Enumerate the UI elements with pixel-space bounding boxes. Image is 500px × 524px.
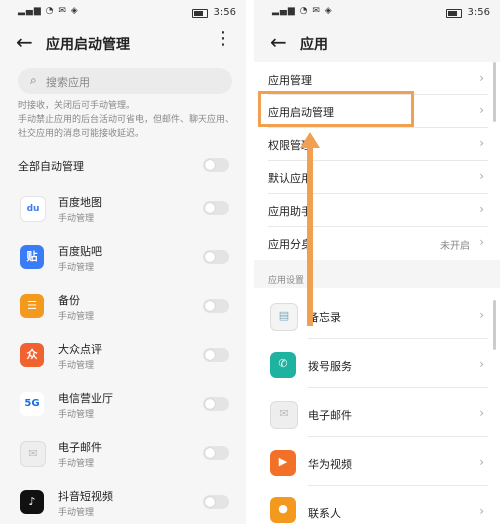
back-arrow-icon[interactable]: ← — [16, 30, 33, 54]
app-name: 大众点评 — [58, 343, 102, 356]
divider — [268, 193, 488, 194]
email-icon: ✉ — [270, 401, 298, 429]
chevron-right-icon: › — [479, 455, 484, 469]
description-text: 时接收，关闭后可手动管理。 手动禁止应用的后台活动可省电，但邮件、聊天应用、社交… — [18, 101, 235, 139]
chevron-right-icon: › — [479, 103, 484, 117]
app-name: 抖音短视频 — [58, 490, 113, 503]
highlight-box — [258, 91, 414, 127]
dianping-icon: 众 — [20, 343, 44, 367]
signal-icon: ▂▄▆ ◔ ✉ ◈ — [18, 6, 79, 16]
chevron-right-icon: › — [479, 71, 484, 85]
contacts-icon: ● — [270, 497, 296, 523]
app-name: 百度贴吧 — [58, 245, 102, 258]
battery-icon — [446, 9, 462, 18]
all-auto-label: 全部自动管理 — [18, 160, 84, 173]
chevron-right-icon: › — [479, 308, 484, 322]
chevron-right-icon: › — [479, 406, 484, 420]
app-mode: 手动管理 — [58, 263, 95, 273]
chevron-right-icon: › — [479, 235, 484, 249]
app-name: 联系人 — [308, 507, 341, 520]
app-name: 电信营业厅 — [58, 392, 113, 405]
app-bar: ← 应用启动管理 ⋮ — [0, 26, 246, 64]
phone-icon: ✆ — [270, 352, 296, 378]
video-icon: ▶ — [270, 450, 296, 476]
divider — [268, 226, 488, 227]
chevron-right-icon: › — [479, 169, 484, 183]
scrollbar[interactable] — [493, 62, 496, 122]
row-label: 应用管理 — [268, 74, 312, 87]
app-name: 拨号服务 — [308, 360, 352, 373]
app-name: 华为视频 — [308, 458, 352, 471]
backup-icon: ☰ — [20, 294, 44, 318]
app-mode: 手动管理 — [58, 508, 95, 518]
tieba-icon: 贴 — [20, 245, 44, 269]
baidu-map-icon: du — [20, 196, 46, 222]
screen-divider — [246, 0, 254, 524]
app-toggle[interactable] — [203, 348, 229, 362]
arrow-shaft — [307, 146, 313, 326]
search-icon: ⌕ — [30, 73, 37, 87]
status-time: 3:56 — [467, 7, 490, 18]
telecom-icon: 5G — [20, 392, 44, 416]
app-name: 备份 — [58, 294, 80, 307]
page-title: 应用启动管理 — [46, 37, 130, 53]
status-bar: ▂▄▆ ◔ ✉ ◈ 3:56 — [254, 0, 500, 26]
right-screen: ▂▄▆ ◔ ✉ ◈ 3:56 ← 应用 应用管理 › 应用启动管理 › 权限管理… — [254, 0, 500, 524]
app-toggle[interactable] — [203, 201, 229, 215]
status-bar: ▂▄▆ ◔ ✉ ◈ 3:56 — [0, 0, 246, 26]
row-label: 默认应用 — [268, 172, 312, 185]
app-mode: 手动管理 — [58, 312, 95, 322]
row-value: 未开启 — [440, 241, 470, 252]
divider — [308, 436, 488, 437]
app-mode: 手动管理 — [58, 361, 95, 371]
app-toggle[interactable] — [203, 495, 229, 509]
app-name: 电子邮件 — [58, 441, 102, 454]
battery-icon — [192, 9, 208, 18]
status-time: 3:56 — [213, 7, 236, 18]
left-screen: ▂▄▆ ◔ ✉ ◈ 3:56 ← 应用启动管理 ⋮ ⌕ 搜索应用 时接收，关闭后… — [0, 0, 246, 524]
chevron-right-icon: › — [479, 136, 484, 150]
app-toggle[interactable] — [203, 397, 229, 411]
all-auto-toggle[interactable] — [203, 158, 229, 172]
app-mode: 手动管理 — [58, 214, 95, 224]
section-header: 应用设置 — [268, 276, 305, 286]
app-toggle[interactable] — [203, 299, 229, 313]
app-name: 百度地图 — [58, 196, 102, 209]
app-bar: ← 应用 — [254, 26, 500, 64]
douyin-icon: ♪ — [20, 490, 44, 514]
chevron-right-icon: › — [479, 202, 484, 216]
divider — [308, 338, 488, 339]
scrollbar[interactable] — [493, 300, 496, 350]
page-title: 应用 — [300, 37, 328, 53]
divider — [308, 387, 488, 388]
back-arrow-icon[interactable]: ← — [270, 30, 287, 54]
search-placeholder: 搜索应用 — [46, 76, 90, 89]
chevron-right-icon: › — [479, 357, 484, 371]
more-options-icon[interactable]: ⋮ — [214, 30, 232, 48]
app-toggle[interactable] — [203, 250, 229, 264]
divider — [268, 160, 488, 161]
divider — [268, 127, 488, 128]
signal-icon: ▂▄▆ ◔ ✉ ◈ — [272, 6, 333, 16]
row-label: 应用助手 — [268, 205, 312, 218]
memo-icon: ▤ — [270, 303, 298, 331]
search-input[interactable]: ⌕ 搜索应用 — [18, 68, 232, 94]
app-mode: 手动管理 — [58, 410, 95, 420]
app-name: 电子邮件 — [308, 409, 352, 422]
email-icon: ✉ — [20, 441, 46, 467]
app-mode: 手动管理 — [58, 459, 95, 469]
chevron-right-icon: › — [479, 504, 484, 518]
app-toggle[interactable] — [203, 446, 229, 460]
row-label: 应用分身 — [268, 238, 312, 251]
divider — [308, 485, 488, 486]
